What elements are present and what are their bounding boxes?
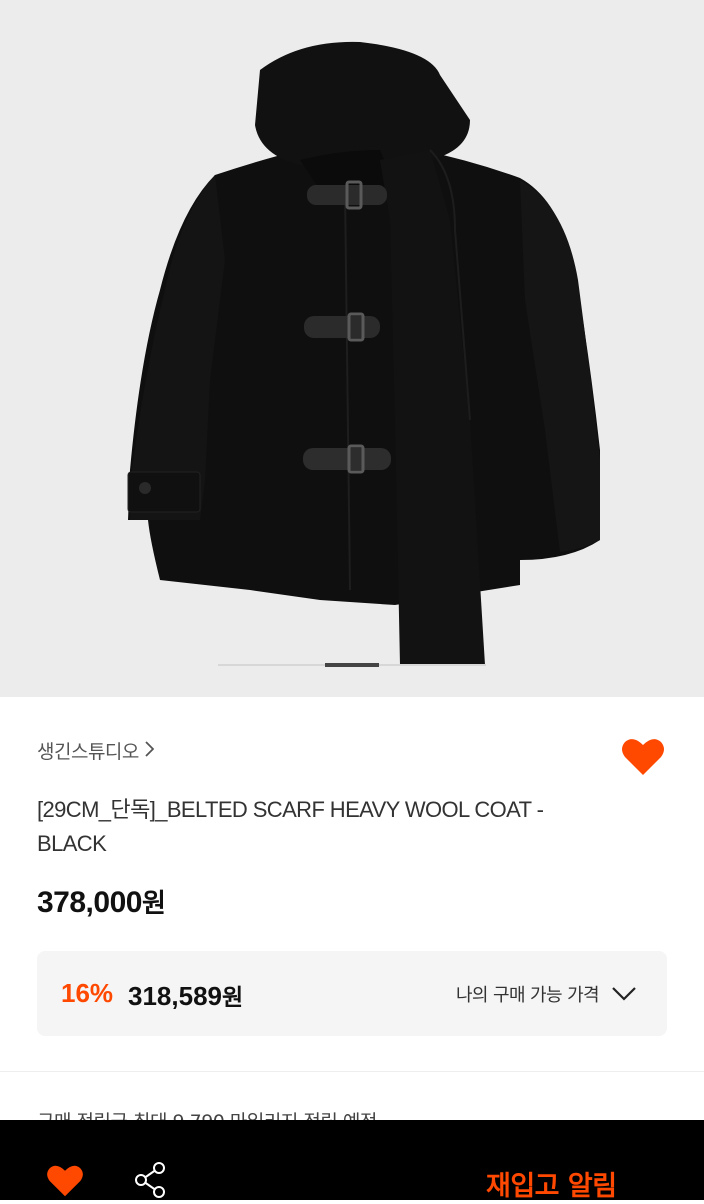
chevron-right-icon [145, 740, 155, 761]
product-image-carousel[interactable] [0, 0, 704, 697]
brand-name: 생긴스튜디오 [37, 741, 139, 763]
my-price-box[interactable]: 16% 318,589원 나의 구매 가능 가격 [37, 951, 667, 1036]
share-button[interactable] [132, 1160, 170, 1200]
wishlist-button-bottom[interactable] [46, 1164, 84, 1198]
section-divider [0, 1071, 704, 1072]
carousel-indicator [218, 663, 486, 667]
my-price-toggle[interactable]: 나의 구매 가능 가격 [456, 981, 637, 1007]
discount-rate: 16% [61, 978, 114, 1008]
product-title: [29CM_단독]_BELTED SCARF HEAVY WOOL COAT -… [37, 797, 544, 856]
discount-price: 318,589원 [128, 978, 243, 1012]
my-price-label: 나의 구매 가능 가격 [455, 985, 600, 1006]
heart-icon [622, 739, 664, 775]
carousel-dot [218, 664, 325, 666]
price-unit: 원 [141, 889, 166, 919]
discount-price-unit: 원 [221, 985, 244, 1011]
heart-icon [47, 1165, 83, 1197]
carousel-dot-active [325, 663, 379, 667]
chevron-down-icon [612, 987, 636, 1001]
bottom-action-bar: 재입고 알림 [0, 1120, 704, 1203]
brand-link[interactable]: 생긴스튜디오 [37, 737, 155, 764]
wishlist-button[interactable] [621, 737, 665, 777]
price-value: 378,000 [37, 886, 142, 919]
carousel-dot [379, 664, 486, 666]
restock-alert-button[interactable]: 재입고 알림 [486, 1164, 617, 1203]
product-price: 378,000원 [37, 883, 166, 920]
product-photo [127, 41, 600, 665]
discount-price-value: 318,589 [128, 981, 222, 1011]
share-icon [135, 1162, 165, 1198]
